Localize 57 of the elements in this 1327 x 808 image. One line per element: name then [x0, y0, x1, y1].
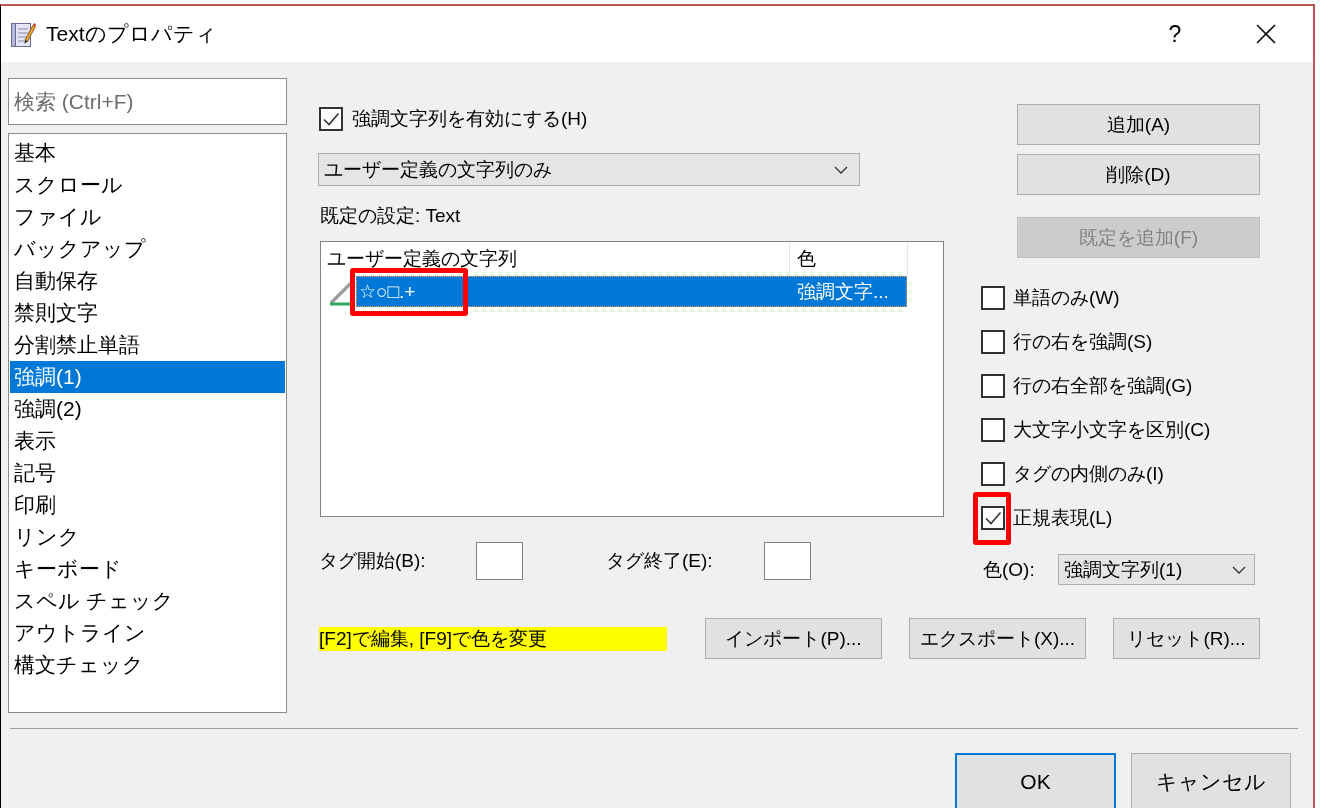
checkbox[interactable] [981, 418, 1005, 442]
category-item[interactable]: 印刷 [10, 489, 285, 521]
checkbox-label: 正規表現(L) [1013, 506, 1113, 530]
category-item[interactable]: アウトライン [10, 617, 285, 649]
dropdown[interactable]: ユーザー定義の文字列のみ [318, 153, 860, 186]
category-item[interactable]: 記号 [10, 457, 285, 489]
checkbox-label: タグの内側のみ(I) [1013, 462, 1164, 486]
search-field[interactable]: 検索 (Ctrl+F) [8, 78, 287, 125]
action-button[interactable]: 削除(D) [1017, 154, 1260, 195]
checkbox[interactable] [981, 330, 1005, 354]
cancel-button[interactable]: キャンセル [1131, 753, 1291, 808]
tag-start-field[interactable] [476, 542, 523, 580]
checkbox[interactable] [319, 107, 343, 131]
field-label: タグ終了(E): [606, 549, 714, 573]
tag-end-field[interactable] [764, 542, 811, 580]
action-button[interactable]: リセット(R)... [1113, 618, 1260, 659]
chevron-down-icon [834, 165, 848, 174]
category-item[interactable]: 構文チェック [10, 649, 285, 681]
field-label: タグ開始(B): [319, 549, 427, 573]
notepad-icon [10, 20, 36, 48]
checkbox[interactable] [981, 286, 1005, 310]
category-item[interactable]: バックアップ [10, 233, 285, 265]
category-item[interactable]: キーボード [10, 553, 285, 585]
list-row[interactable]: ☆○□.+ 強調文字... [356, 276, 907, 307]
category-item[interactable]: 表示 [10, 425, 285, 457]
category-item[interactable]: ファイル [10, 201, 285, 233]
category-item[interactable]: 分割禁止単語 [10, 329, 285, 361]
table-cell-text: ☆○□.+ [358, 280, 417, 303]
field-label: 色(O): [983, 557, 1036, 582]
category-item[interactable]: 自動保存 [10, 265, 285, 297]
ok-button[interactable]: OK [955, 753, 1116, 808]
hint-text: [F2]で編集, [F9]で色を変更 [319, 626, 667, 651]
action-button[interactable]: インポート(P)... [705, 618, 882, 659]
category-item[interactable]: スペル チェック [10, 585, 285, 617]
help-button[interactable]: ? [1163, 20, 1187, 48]
category-item[interactable]: 強調(1) [10, 361, 285, 393]
category-item[interactable]: 禁則文字 [10, 297, 285, 329]
category-item[interactable]: 強調(2) [10, 393, 285, 425]
checkbox-label: 単語のみ(W) [1013, 286, 1120, 310]
chevron-down-icon [1232, 565, 1246, 574]
checkbox[interactable] [981, 462, 1005, 486]
checkbox[interactable] [981, 506, 1005, 530]
checkbox[interactable] [981, 374, 1005, 398]
checkbox-label: 大文字小文字を区別(C) [1013, 418, 1211, 442]
checkbox-label: 強調文字列を有効にする(H) [352, 107, 588, 131]
table-cell-text: 強調文字... [796, 279, 890, 304]
default-setting-label: 既定の設定: Text [320, 204, 462, 228]
checkbox-label: 行の右を強調(S) [1013, 330, 1153, 354]
color-dropdown[interactable]: 強調文字列(1) [1058, 554, 1255, 585]
window-title: Textのプロパティ [46, 21, 218, 47]
action-button[interactable]: エクスポート(X)... [909, 618, 1086, 659]
category-item[interactable]: リンク [10, 521, 285, 553]
category-item[interactable]: スクロール [10, 169, 285, 201]
checkbox-label: 行の右全部を強調(G) [1013, 374, 1193, 398]
close-icon[interactable] [1256, 24, 1276, 44]
action-button[interactable]: 追加(A) [1017, 104, 1260, 145]
category-item[interactable]: 基本 [10, 137, 285, 169]
